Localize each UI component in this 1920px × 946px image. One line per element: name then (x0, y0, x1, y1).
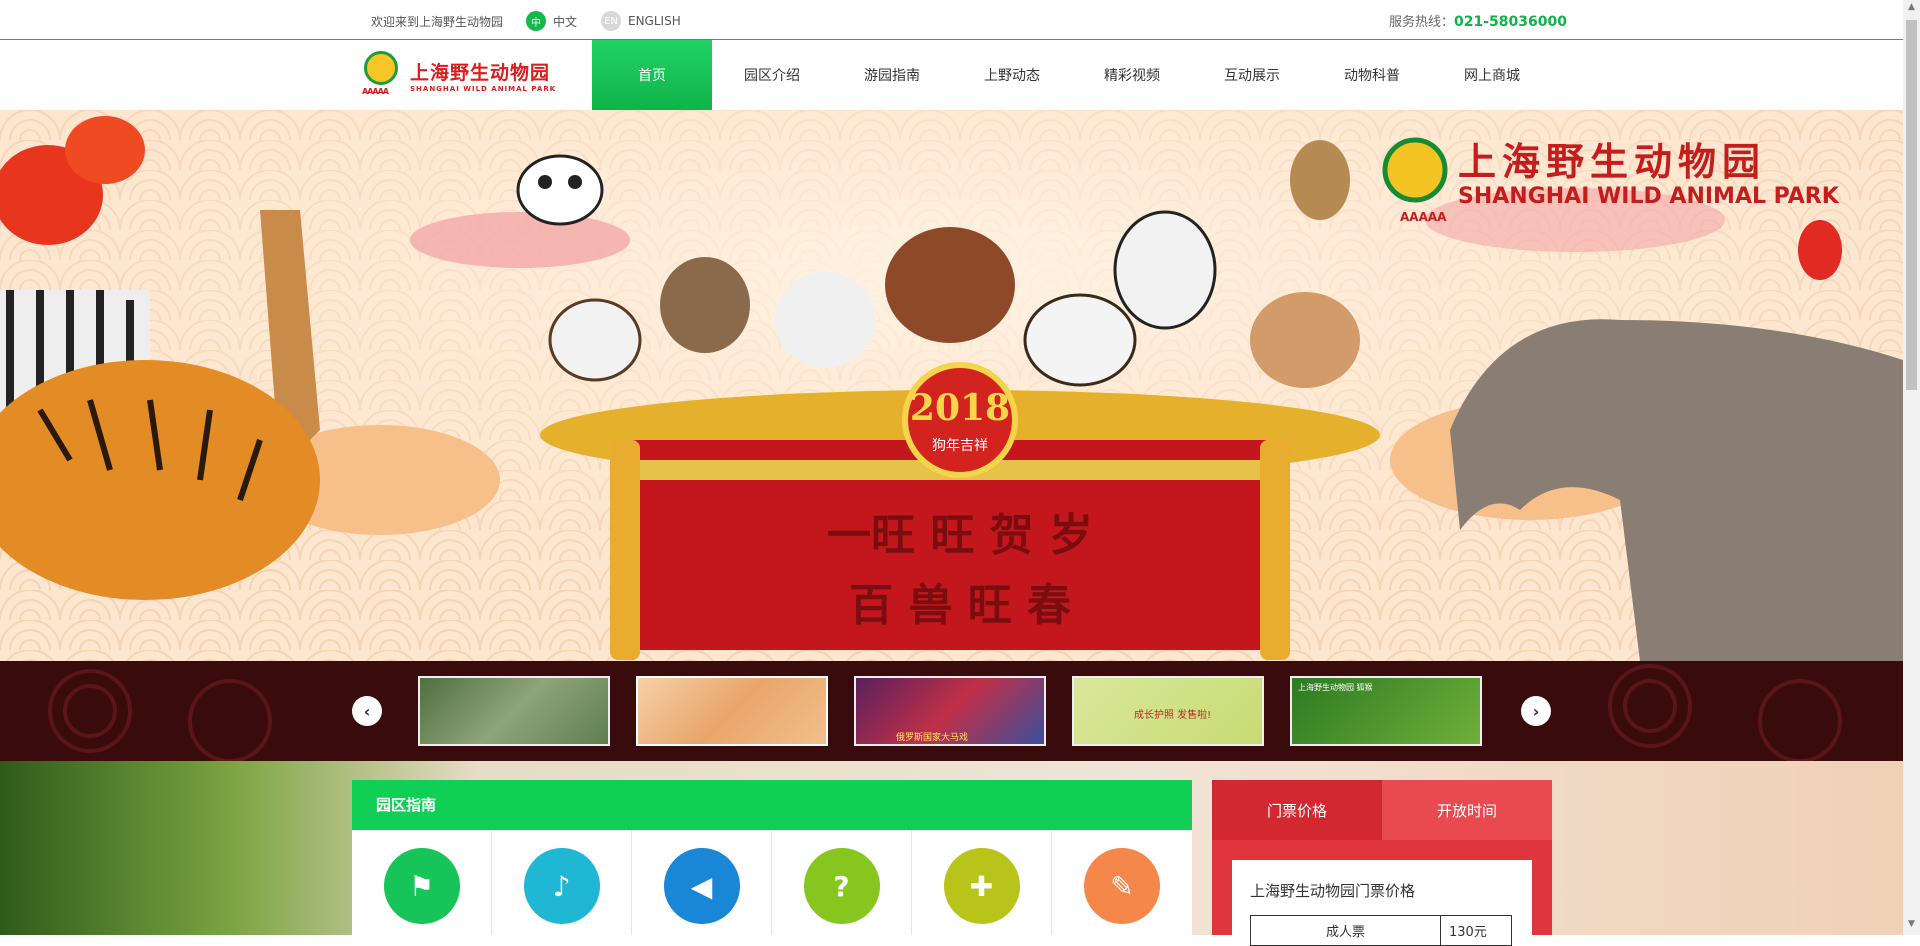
ticket-price-table: 成人票 130元 (1250, 915, 1512, 946)
carousel-prev-button[interactable]: ‹ (352, 696, 382, 726)
thumbnail-4[interactable]: 成长护照 发售啦! (1072, 676, 1264, 746)
guide-cell-5[interactable]: ✚ (912, 830, 1052, 935)
megaphone-icon: ◀ (663, 848, 740, 924)
hero-banner[interactable]: 2018 狗年吉祥 一旺 旺 贺 岁 百 兽 旺 春 AAAAA 上海野生动物园… (0, 110, 1903, 661)
carousel-next-button[interactable]: › (1521, 696, 1551, 726)
banner-artwork: 2018 狗年吉祥 一旺 旺 贺 岁 百 兽 旺 春 AAAAA 上海野生动物园… (0, 110, 1903, 661)
banner-park-name-cn: 上海野生动物园 (1458, 140, 1766, 184)
nav-item-news[interactable]: 上野动态 (952, 40, 1072, 110)
guide-cell-2[interactable]: ♪ (492, 830, 632, 935)
tab-opening-hours[interactable]: 开放时间 (1382, 780, 1552, 840)
nav-item-visit-guide[interactable]: 游园指南 (832, 40, 952, 110)
guide-cell-3[interactable]: ◀ (632, 830, 772, 935)
welcome-text: 欢迎来到上海野生动物园 (371, 15, 504, 29)
scrollbar-thumb[interactable] (1906, 20, 1917, 390)
lang-chinese-label: 中文 (553, 14, 578, 29)
ticket-type: 成人票 (1250, 915, 1441, 946)
guide-icon: ⚑ (383, 848, 460, 924)
guide-cell-4[interactable]: ? (772, 830, 912, 935)
main-nav: AAAAA 上海野生动物园 SHANGHAI WILD ANIMAL PARK … (0, 40, 1903, 110)
lang-english-label: ENGLISH (628, 14, 681, 28)
table-row: 成人票 130元 (1250, 915, 1512, 946)
page-scrollbar[interactable]: ▲ ▼ (1903, 0, 1920, 935)
signpost-icon: ✚ (943, 848, 1020, 924)
park-guide-title: 园区指南 (352, 780, 1192, 830)
thumbnail-3-caption: 俄罗斯国家大马戏 (896, 733, 969, 743)
dog-icon (548, 298, 642, 382)
park-emblem-icon (1382, 137, 1448, 203)
dog-icon (885, 227, 1015, 343)
logo-emblem-icon: AAAAA (362, 51, 400, 99)
help-icon: ? (803, 848, 880, 924)
scroll-down-icon[interactable]: ▼ (1906, 919, 1917, 933)
lang-chinese-link[interactable]: 中 中文 (526, 11, 577, 31)
ticket-price-card: 上海野生动物园门票价格 成人票 130元 (1232, 860, 1532, 946)
scroll-up-icon[interactable]: ▲ (1906, 2, 1917, 16)
banner-slogan-1: 一旺 旺 贺 岁 (827, 510, 1093, 561)
nav-item-videos[interactable]: 精彩视频 (1072, 40, 1192, 110)
logo-name-cn: 上海野生动物园 (410, 61, 551, 84)
english-icon: EN (601, 11, 621, 31)
chevron-left-icon: ‹ (363, 701, 371, 721)
thumbnail-3[interactable]: 俄罗斯国家大马戏 (854, 676, 1046, 746)
banner-park-name-en: SHANGHAI WILD ANIMAL PARK (1458, 184, 1840, 209)
tab-ticket-price[interactable]: 门票价格 (1212, 780, 1382, 840)
park-guide-panel: 园区指南 ⚑ ♪ ◀ ? ✚ ✎ (352, 780, 1192, 935)
guide-cell-1[interactable]: ⚑ (352, 830, 492, 935)
banner-rating: AAAAA (1400, 210, 1447, 224)
thumbnail-2[interactable] (636, 676, 828, 746)
lantern-icon (1798, 220, 1842, 280)
dog-icon (660, 257, 750, 353)
monkey-icon (1290, 140, 1350, 220)
service-hotline: 服务热线：021-58036000 (1389, 11, 1567, 30)
nav-item-animal-science[interactable]: 动物科普 (1312, 40, 1432, 110)
dog-icon (1023, 293, 1137, 387)
guide-cell-6[interactable]: ✎ (1052, 830, 1192, 935)
dog-icon (1113, 210, 1217, 330)
banner-year-sub: 狗年吉祥 (932, 438, 988, 454)
ticket-card-title: 上海野生动物园门票价格 (1250, 882, 1416, 900)
top-bar: 欢迎来到上海野生动物园 中 中文 EN ENGLISH 服务热线：021-580… (0, 0, 1903, 40)
site-logo[interactable]: AAAAA 上海野生动物园 SHANGHAI WILD ANIMAL PARK (362, 50, 572, 100)
ticket-panel: 门票价格 开放时间 上海野生动物园门票价格 成人票 130元 (1212, 780, 1552, 946)
nav-menu: 首页 园区介绍 游园指南 上野动态 精彩视频 互动展示 动物科普 网上商城 (592, 40, 1552, 110)
ticket-price: 130元 (1440, 915, 1512, 946)
ticket-icon: ✎ (1084, 848, 1160, 924)
panda-icon (516, 154, 604, 226)
nav-item-online-shop[interactable]: 网上商城 (1432, 40, 1552, 110)
nav-item-interactive[interactable]: 互动展示 (1192, 40, 1312, 110)
logo-name-en: SHANGHAI WILD ANIMAL PARK (410, 84, 557, 93)
chevron-right-icon: › (1532, 701, 1540, 721)
banner-slogan-2: 百 兽 旺 春 (849, 580, 1071, 631)
hotline-label: 服务热线： (1389, 15, 1455, 30)
thumbnail-carousel: ‹ 俄罗斯国家大马戏 成长护照 发售啦! 上海野生动物园 狐猴 › (0, 661, 1903, 761)
lang-english-link[interactable]: EN ENGLISH (601, 11, 681, 31)
hotline-number: 021-58036000 (1454, 14, 1567, 30)
thumbnail-5-caption: 上海野生动物园 狐猴 (1298, 683, 1373, 692)
chinese-icon: 中 (526, 11, 546, 31)
bell-icon: ♪ (523, 848, 600, 924)
dog-icon (1250, 292, 1360, 388)
thumbnail-1[interactable] (418, 676, 610, 746)
nav-item-home[interactable]: 首页 (592, 40, 712, 110)
thumbnail-5[interactable]: 上海野生动物园 狐猴 (1290, 676, 1482, 746)
banner-year: 2018 (910, 387, 1010, 429)
thumbnail-4-caption: 成长护照 发售啦! (1134, 710, 1212, 721)
nav-item-park-intro[interactable]: 园区介绍 (712, 40, 832, 110)
lantern-icon (65, 116, 145, 184)
dog-icon (775, 272, 875, 368)
